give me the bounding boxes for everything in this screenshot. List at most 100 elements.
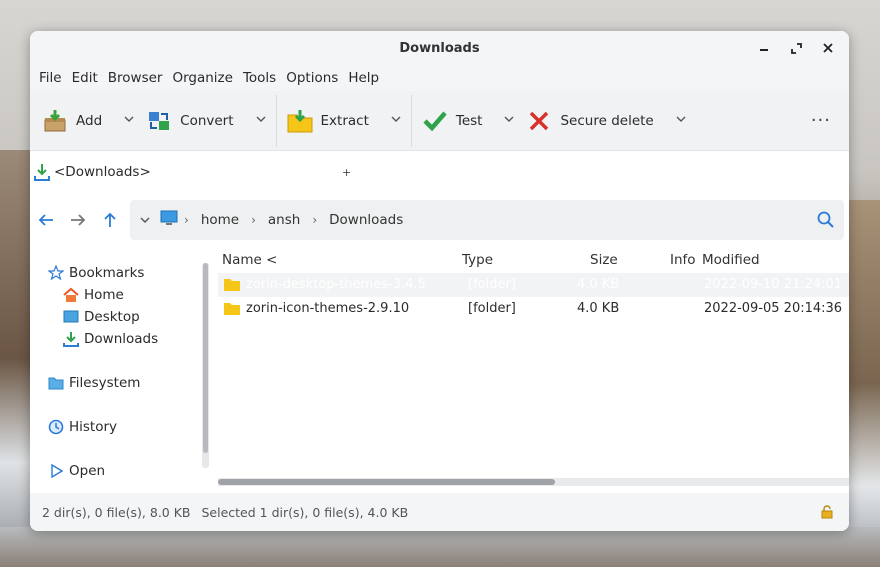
extract-label: Extract <box>320 112 369 129</box>
desktop-icon <box>63 309 79 325</box>
file-list: Name < Type Size Info Modified zorin-des… <box>218 247 849 485</box>
horizontal-scrollbar-thumb[interactable] <box>218 479 555 485</box>
breadcrumb-home[interactable]: home <box>201 212 239 228</box>
sidebar-item-label: Desktop <box>84 309 140 325</box>
download-icon <box>34 163 50 181</box>
file-manager-window: Downloads File Edit Browser Organize Too… <box>30 31 849 531</box>
back-button[interactable] <box>30 204 62 236</box>
breadcrumb-downloads[interactable]: Downloads <box>329 212 403 228</box>
column-info[interactable]: Info <box>670 252 696 268</box>
close-icon <box>823 43 833 53</box>
horizontal-scrollbar[interactable] <box>218 478 849 486</box>
folder-icon <box>224 303 240 315</box>
new-tab-button[interactable]: + <box>342 166 351 179</box>
add-label: Add <box>76 112 103 129</box>
sidebar-item-open[interactable]: Open <box>48 463 105 479</box>
table-row[interactable]: zorin-icon-themes-2.9.10 [folder] 4.0 KB… <box>218 297 849 321</box>
history-icon <box>48 419 64 435</box>
forward-button[interactable] <box>62 204 94 236</box>
maximize-button[interactable] <box>783 37 809 59</box>
wallpaper-bottom <box>0 527 880 567</box>
column-size[interactable]: Size <box>590 252 618 268</box>
window-controls <box>751 37 841 59</box>
extract-icon <box>287 108 313 134</box>
chevron-down-icon[interactable] <box>504 115 514 126</box>
more-options-button[interactable]: ··· <box>811 110 831 131</box>
menu-browser[interactable]: Browser <box>103 70 168 86</box>
arrow-up-icon <box>104 212 116 227</box>
sidebar-item-label: Bookmarks <box>69 265 145 281</box>
arrow-right-icon <box>71 214 86 226</box>
path-tab[interactable]: <Downloads> <box>54 164 151 180</box>
sidebar-item-home[interactable]: Home <box>63 287 124 303</box>
titlebar: Downloads <box>30 31 849 65</box>
menu-tools[interactable]: Tools <box>238 70 281 86</box>
maximize-icon <box>790 42 802 54</box>
test-button[interactable]: Test <box>416 99 521 143</box>
chevron-down-icon[interactable] <box>140 213 150 228</box>
computer-icon <box>160 210 178 230</box>
sidebar-item-label: Open <box>69 463 106 479</box>
address-bar[interactable]: › home › ansh › Downloads <box>130 200 844 240</box>
menu-options[interactable]: Options <box>281 70 343 86</box>
menu-help[interactable]: Help <box>343 70 384 86</box>
menubar: File Edit Browser Organize Tools Options… <box>30 65 849 91</box>
toolbar-separator <box>410 94 412 147</box>
extract-button[interactable]: Extract <box>281 99 407 143</box>
status-selected: Selected 1 dir(s), 0 file(s), 4.0 KB <box>201 504 409 520</box>
close-button[interactable] <box>815 37 841 59</box>
minimize-icon <box>760 49 768 51</box>
star-icon <box>48 265 64 281</box>
secure-delete-button[interactable]: Secure delete <box>520 99 691 143</box>
sidebar-item-downloads[interactable]: Downloads <box>63 331 158 347</box>
sidebar-item-bookmarks[interactable]: Bookmarks <box>48 265 144 281</box>
chevron-down-icon[interactable] <box>124 115 134 126</box>
chevron-down-icon[interactable] <box>391 115 401 126</box>
add-button[interactable]: Add <box>36 99 140 143</box>
up-button[interactable] <box>94 204 126 236</box>
chevron-down-icon[interactable] <box>256 115 266 126</box>
main-area: Bookmarks Home Desktop Downloads Filesys… <box>30 247 849 493</box>
folder-icon <box>48 375 64 391</box>
sidebar-item-history[interactable]: History <box>48 419 117 435</box>
menu-file[interactable]: File <box>34 70 67 86</box>
sidebar-item-filesystem[interactable]: Filesystem <box>48 375 140 391</box>
path-tab-bar: <Downloads> + <box>30 151 849 193</box>
sidebar-item-label: Home <box>84 287 124 303</box>
menu-edit[interactable]: Edit <box>67 70 103 86</box>
minimize-button[interactable] <box>751 37 777 59</box>
secure-delete-label: Secure delete <box>560 112 654 129</box>
toolbar-separator <box>275 94 277 147</box>
chevron-down-icon[interactable] <box>676 115 686 126</box>
file-type: [folder] <box>468 277 516 292</box>
window-title: Downloads <box>399 40 480 56</box>
column-type[interactable]: Type <box>462 252 493 268</box>
column-name[interactable]: Name < <box>222 252 277 268</box>
sidebar-item-label: Downloads <box>84 331 159 347</box>
file-modified: 2022-09-05 20:14:36 <box>704 301 843 316</box>
breadcrumb-separator: › <box>312 213 318 227</box>
sidebar-scrollbar-thumb[interactable] <box>203 263 208 453</box>
search-icon[interactable] <box>817 211 834 232</box>
convert-label: Convert <box>180 112 234 129</box>
sidebar-item-desktop[interactable]: Desktop <box>63 309 140 325</box>
file-type: [folder] <box>468 301 516 316</box>
arrow-left-icon <box>38 214 53 226</box>
menu-organize[interactable]: Organize <box>167 70 237 86</box>
navigation-bar: › home › ansh › Downloads <box>30 193 849 247</box>
convert-button[interactable]: Convert <box>140 99 271 143</box>
file-name: zorin-icon-themes-2.9.10 <box>246 301 410 316</box>
status-bar: 2 dir(s), 0 file(s), 8.0 KB Selected 1 d… <box>30 493 849 531</box>
table-row[interactable]: zorin-desktop-themes-3.4.5 [folder] 4.0 … <box>218 273 849 297</box>
home-icon <box>63 287 79 303</box>
add-archive-icon <box>42 108 68 134</box>
column-modified[interactable]: Modified <box>702 252 760 268</box>
file-list-header: Name < Type Size Info Modified <box>218 247 849 273</box>
file-size: 4.0 KB <box>577 301 620 316</box>
breadcrumb-user[interactable]: ansh <box>268 212 300 228</box>
unlock-icon[interactable] <box>821 505 833 522</box>
file-name: zorin-desktop-themes-3.4.5 <box>246 277 426 292</box>
sidebar-item-label: Filesystem <box>69 375 141 391</box>
toolbar: Add Convert Extract Test Secure delete ·… <box>30 91 849 151</box>
sidebar: Bookmarks Home Desktop Downloads Filesys… <box>30 247 210 493</box>
